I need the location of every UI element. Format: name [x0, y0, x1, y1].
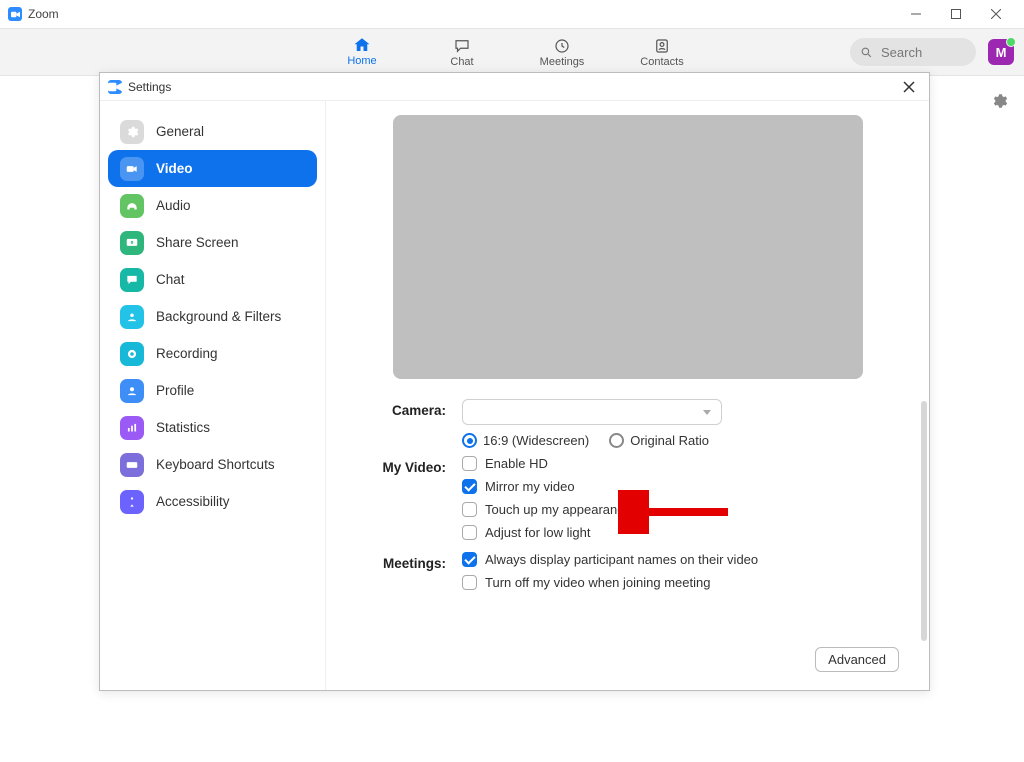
sidebar-item-background-filters[interactable]: Background & Filters — [108, 298, 317, 335]
sidebar-item-label: Background & Filters — [156, 309, 281, 324]
background-filters-icon — [120, 305, 144, 329]
sidebar-item-accessibility[interactable]: Accessibility — [108, 483, 317, 520]
sidebar-item-keyboard-shortcuts[interactable]: Keyboard Shortcuts — [108, 446, 317, 483]
checkbox-icon — [462, 502, 477, 517]
gear-icon — [990, 92, 1008, 110]
radio-label: 16:9 (Widescreen) — [483, 433, 589, 448]
checkbox-label: Touch up my appearance — [485, 502, 631, 517]
home-icon — [353, 36, 371, 54]
dialog-close-button[interactable] — [897, 75, 921, 99]
statistics-icon — [120, 416, 144, 440]
sidebar-item-label: Accessibility — [156, 494, 230, 509]
myvideo-checkbox-adjust-for-low-light[interactable]: Adjust for low light — [462, 525, 899, 540]
nav-tab-home[interactable]: Home — [332, 29, 392, 75]
myvideo-label: My Video: — [356, 456, 446, 540]
nav-tab-label: Home — [347, 55, 376, 67]
aspect-widescreen-radio[interactable]: 16:9 (Widescreen) — [462, 433, 589, 448]
sidebar-item-general[interactable]: General — [108, 113, 317, 150]
zoom-app-icon — [108, 80, 122, 94]
nav-tabs: Home Chat Meetings Contacts — [332, 29, 692, 75]
nav-tab-label: Contacts — [640, 56, 683, 68]
window-titlebar: Zoom — [0, 0, 1024, 28]
meetings-checkbox-always-display-participant-names-on-their-video[interactable]: Always display participant names on thei… — [462, 552, 899, 567]
window-maximize-button[interactable] — [936, 0, 976, 28]
meetings-checkbox-turn-off-my-video-when-joining-meeting[interactable]: Turn off my video when joining meeting — [462, 575, 899, 590]
sidebar-item-audio[interactable]: Audio — [108, 187, 317, 224]
sidebar-item-label: Keyboard Shortcuts — [156, 457, 275, 472]
contacts-icon — [653, 37, 671, 55]
dialog-titlebar: Settings — [100, 73, 929, 101]
audio-icon — [120, 194, 144, 218]
top-nav: Home Chat Meetings Contacts Search M — [0, 28, 1024, 76]
dialog-title: Settings — [128, 80, 171, 94]
sidebar-item-label: Profile — [156, 383, 194, 398]
settings-gear-button[interactable] — [990, 92, 1008, 115]
checkbox-icon — [462, 525, 477, 540]
search-icon — [860, 46, 873, 59]
checkbox-label: Enable HD — [485, 456, 548, 471]
nav-tab-chat[interactable]: Chat — [432, 29, 492, 75]
nav-tab-label: Chat — [450, 56, 473, 68]
checkbox-icon — [462, 575, 477, 590]
myvideo-checkbox-touch-up-my-appearance[interactable]: Touch up my appearance — [462, 502, 899, 517]
meetings-label: Meetings: — [356, 552, 446, 590]
sidebar-item-video[interactable]: Video — [108, 150, 317, 187]
checkbox-icon — [462, 479, 477, 494]
settings-dialog: Settings General Video Audio Share Screen Ch… — [99, 72, 930, 691]
share-screen-icon — [120, 231, 144, 255]
chat-icon — [120, 268, 144, 292]
advanced-button[interactable]: Advanced — [815, 647, 899, 672]
checkbox-label: Adjust for low light — [485, 525, 591, 540]
myvideo-checkbox-mirror-my-video[interactable]: Mirror my video — [462, 479, 899, 494]
settings-sidebar: General Video Audio Share Screen Chat Backgro… — [100, 101, 326, 690]
search-placeholder: Search — [881, 45, 922, 60]
profile-icon — [120, 379, 144, 403]
clock-icon — [553, 37, 571, 55]
sidebar-item-label: Share Screen — [156, 235, 239, 250]
avatar-initial: M — [996, 45, 1007, 60]
sidebar-item-label: Video — [156, 161, 193, 176]
accessibility-icon — [120, 490, 144, 514]
avatar[interactable]: M — [988, 39, 1014, 65]
checkbox-label: Always display participant names on thei… — [485, 552, 758, 567]
sidebar-item-statistics[interactable]: Statistics — [108, 409, 317, 446]
search-input[interactable]: Search — [850, 38, 976, 66]
camera-label: Camera: — [356, 399, 446, 448]
myvideo-checkbox-enable-hd[interactable]: Enable HD — [462, 456, 899, 471]
zoom-app-icon — [8, 7, 22, 21]
checkbox-label: Turn off my video when joining meeting — [485, 575, 710, 590]
window-close-button[interactable] — [976, 0, 1016, 28]
radio-label: Original Ratio — [630, 433, 709, 448]
nav-tab-contacts[interactable]: Contacts — [632, 29, 692, 75]
sidebar-item-recording[interactable]: Recording — [108, 335, 317, 372]
settings-panel-video: Camera: 16:9 (Widescreen) Original Ratio… — [326, 101, 929, 690]
checkbox-label: Mirror my video — [485, 479, 575, 494]
chat-icon — [453, 37, 471, 55]
sidebar-item-label: Chat — [156, 272, 185, 287]
sidebar-item-label: General — [156, 124, 204, 139]
sidebar-item-chat[interactable]: Chat — [108, 261, 317, 298]
sidebar-item-profile[interactable]: Profile — [108, 372, 317, 409]
sidebar-item-share-screen[interactable]: Share Screen — [108, 224, 317, 261]
keyboard-shortcuts-icon — [120, 453, 144, 477]
window-minimize-button[interactable] — [896, 0, 936, 28]
nav-tab-label: Meetings — [540, 56, 585, 68]
checkbox-icon — [462, 552, 477, 567]
sidebar-item-label: Recording — [156, 346, 218, 361]
nav-tab-meetings[interactable]: Meetings — [532, 29, 592, 75]
recording-icon — [120, 342, 144, 366]
sidebar-item-label: Audio — [156, 198, 191, 213]
camera-preview — [393, 115, 863, 379]
aspect-original-radio[interactable]: Original Ratio — [609, 433, 709, 448]
sidebar-item-label: Statistics — [156, 420, 210, 435]
checkbox-icon — [462, 456, 477, 471]
general-icon — [120, 120, 144, 144]
window-title: Zoom — [28, 7, 59, 21]
scrollbar[interactable] — [921, 401, 927, 641]
camera-select[interactable] — [462, 399, 722, 425]
video-icon — [120, 157, 144, 181]
